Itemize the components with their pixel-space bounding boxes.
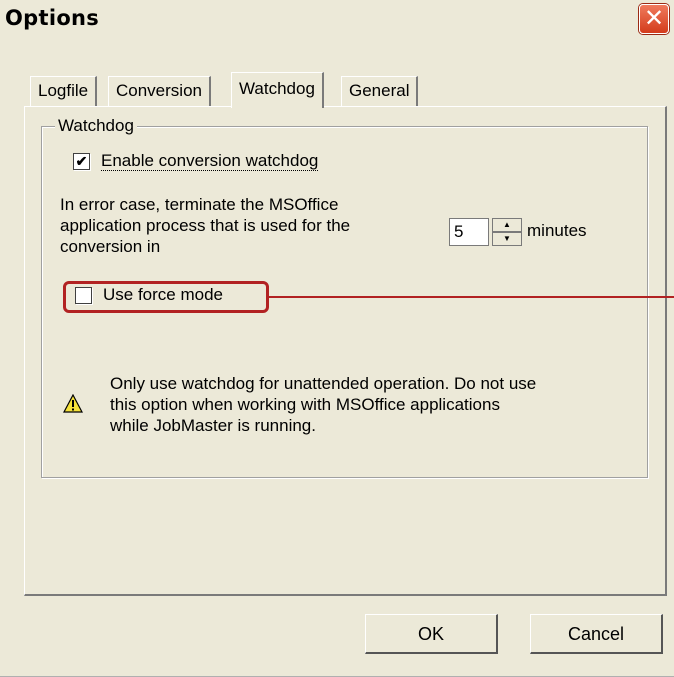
tab-general[interactable]: General [341, 76, 419, 106]
ok-button[interactable]: OK [365, 614, 498, 654]
annotation-highlight [63, 281, 269, 313]
tab-conversion-label: Conversion [116, 81, 202, 100]
cancel-button-label: Cancel [567, 624, 625, 644]
tab-general-label: General [349, 81, 410, 100]
close-icon: ✕ [643, 4, 665, 32]
checkmark-icon: ✔ [75, 153, 88, 169]
warning-text: Only use watchdog for unattended operati… [110, 374, 537, 435]
spin-down-icon[interactable]: ▼ [492, 232, 522, 246]
window-title: Options [5, 6, 100, 30]
annotation-connector-line [269, 296, 674, 298]
minutes-spinner: ▲ ▼ [492, 218, 522, 246]
tab-watchdog[interactable]: Watchdog [231, 72, 324, 108]
tab-logfile-label: Logfile [38, 81, 89, 100]
cancel-button[interactable]: Cancel [530, 614, 663, 654]
spin-up-icon[interactable]: ▲ [492, 218, 522, 232]
watchdog-group-label: Watchdog [55, 116, 137, 136]
warning-icon [63, 394, 83, 413]
options-dialog: Options ✕ Logfile Conversion Watchdog Ge… [0, 0, 674, 677]
enable-watchdog-label[interactable]: Enable conversion watchdog [101, 151, 319, 171]
enable-watchdog-checkbox[interactable]: ✔ [73, 153, 90, 170]
terminate-description: In error case, terminate the MSOffice ap… [60, 195, 351, 256]
ok-button-label: OK [417, 624, 444, 644]
tab-conversion[interactable]: Conversion [108, 76, 211, 106]
title-bar[interactable]: Options ✕ [0, 0, 674, 44]
minutes-input[interactable]: 5 [449, 218, 489, 246]
tab-watchdog-label: Watchdog [239, 79, 315, 98]
minutes-label: minutes [527, 221, 587, 240]
tab-logfile[interactable]: Logfile [30, 76, 98, 106]
close-button[interactable]: ✕ [639, 4, 669, 34]
